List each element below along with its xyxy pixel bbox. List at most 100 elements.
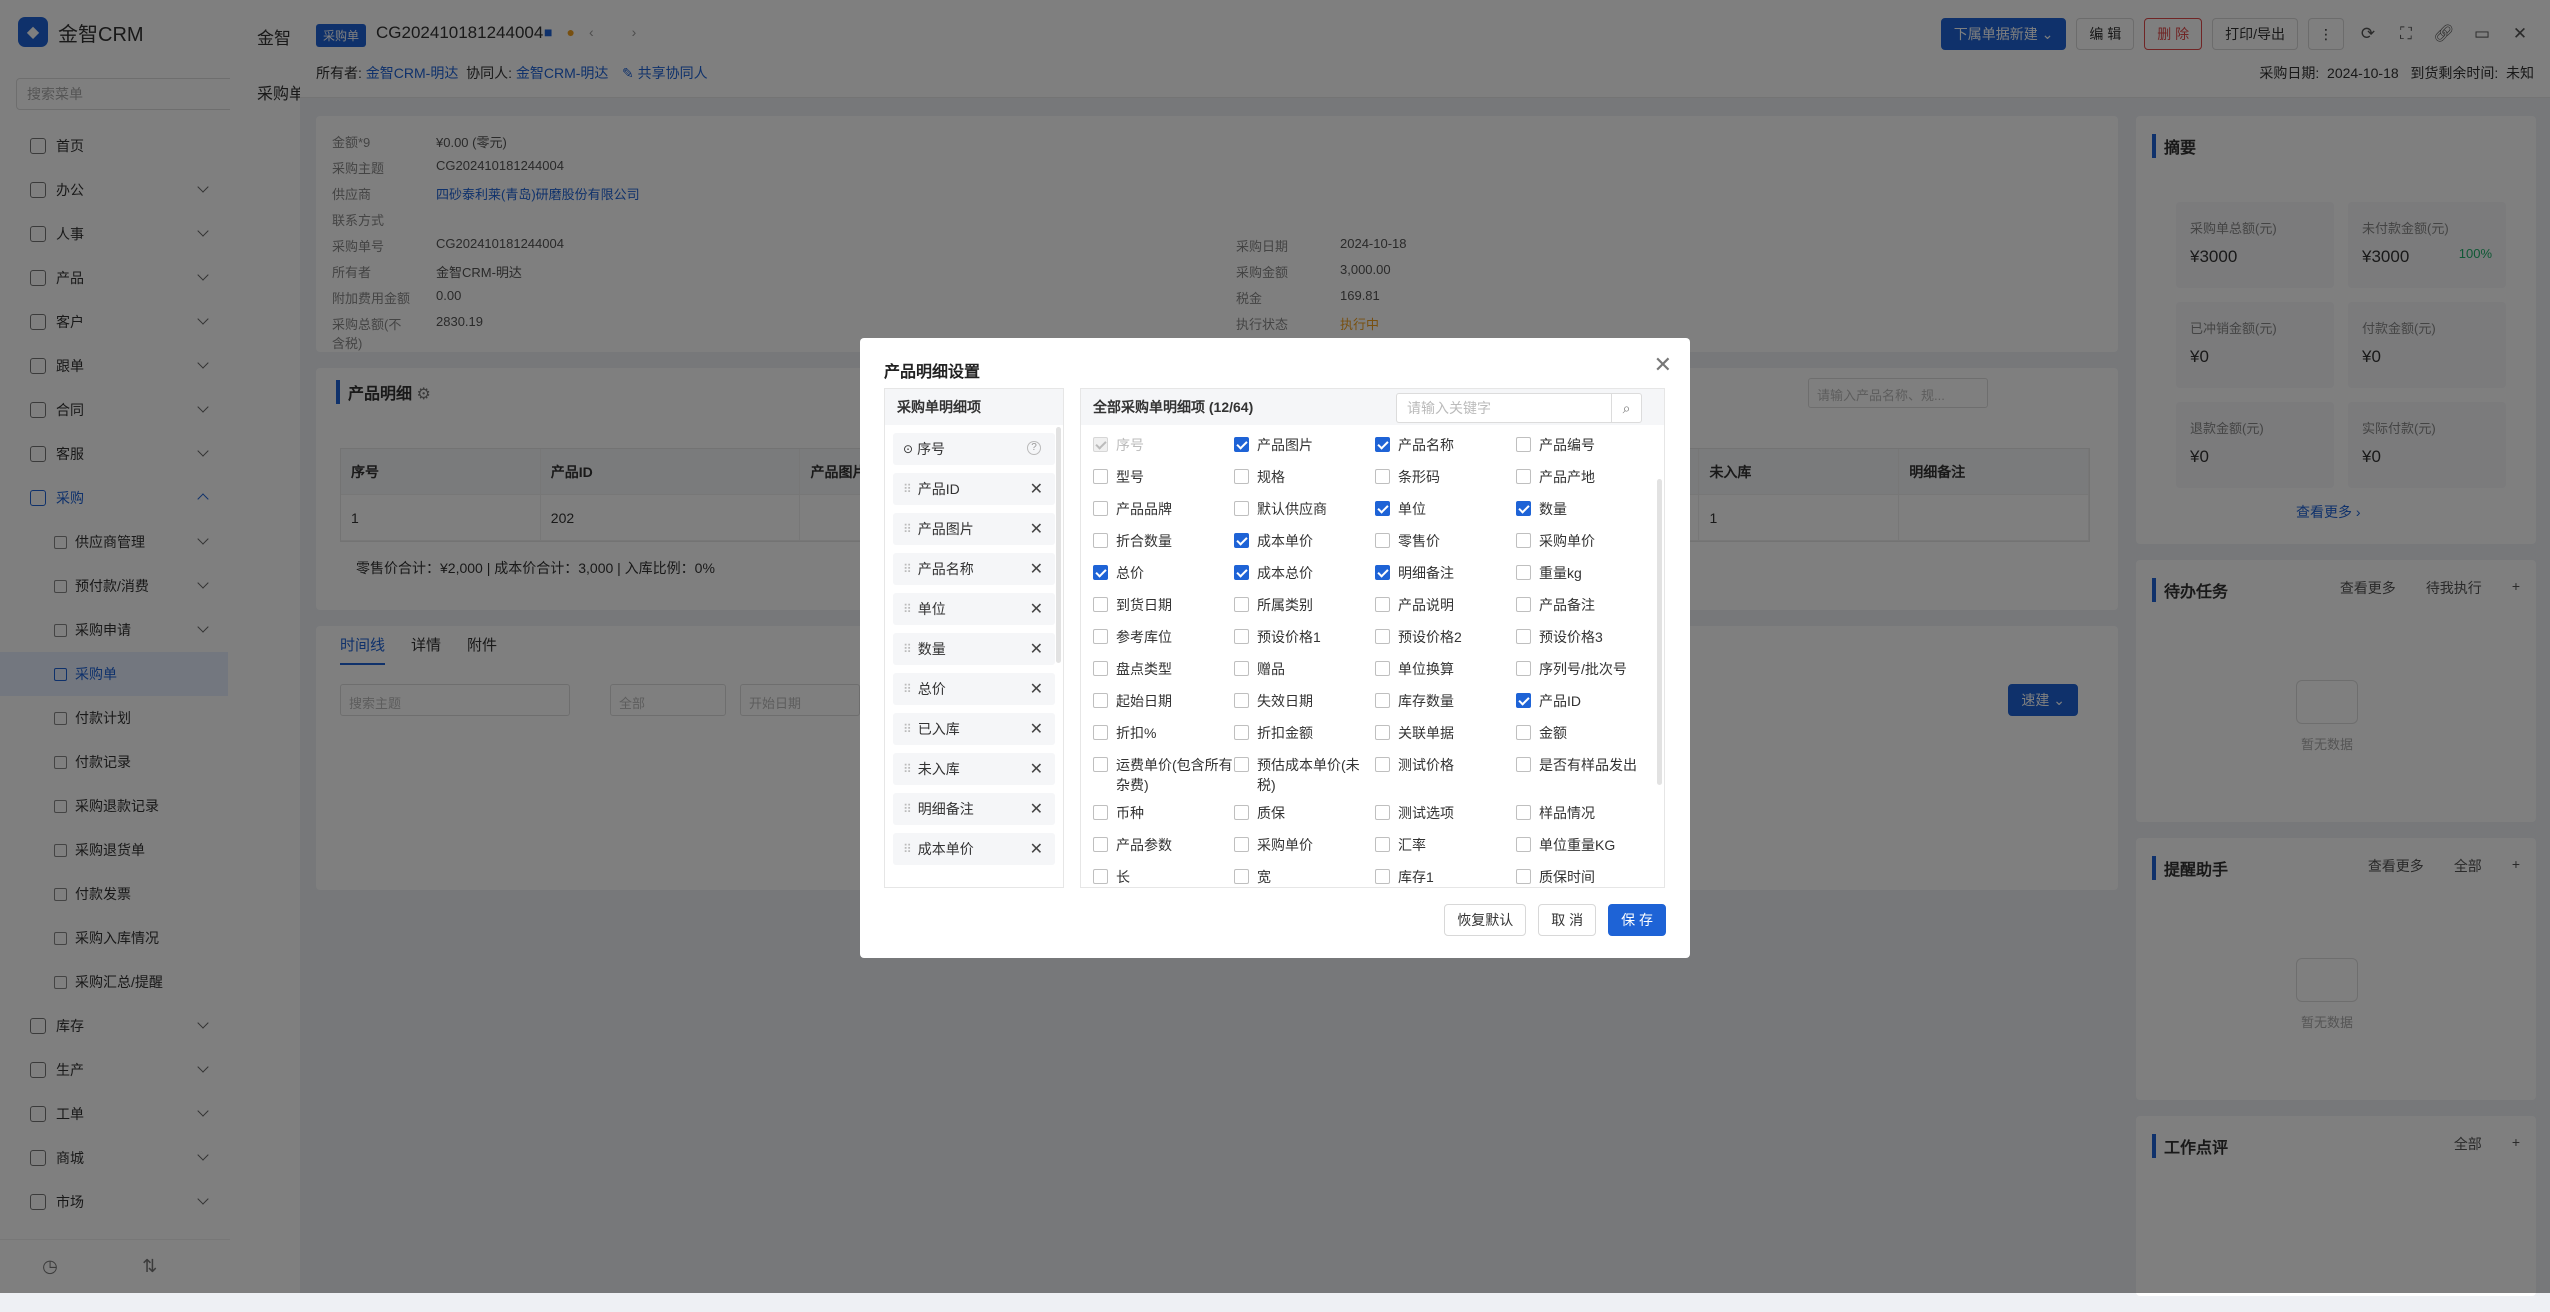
column-option[interactable]: 总价 [1093, 555, 1234, 587]
checkbox[interactable] [1516, 661, 1531, 676]
column-option[interactable]: 样品情况 [1516, 795, 1648, 827]
column-option[interactable]: 预设价格1 [1234, 619, 1375, 651]
checkbox[interactable] [1234, 805, 1249, 820]
column-option[interactable]: 明细备注 [1375, 555, 1516, 587]
column-option[interactable]: 产品备注 [1516, 587, 1648, 619]
column-option[interactable]: 序列号/批次号 [1516, 651, 1648, 683]
column-option[interactable]: 到货日期 [1093, 587, 1234, 619]
checkbox[interactable] [1516, 501, 1531, 516]
column-option[interactable]: 库存1 [1375, 859, 1516, 887]
checkbox[interactable] [1375, 725, 1390, 740]
drag-handle-icon[interactable]: ⠿ [903, 562, 912, 576]
selected-column-item[interactable]: ⠿ 总价 ✕ [893, 673, 1055, 705]
column-option[interactable]: 产品参数 [1093, 827, 1234, 859]
column-option[interactable]: 长 [1093, 859, 1234, 887]
column-option[interactable]: 采购单价 [1234, 827, 1375, 859]
remove-icon[interactable]: ✕ [1030, 759, 1043, 779]
column-option[interactable]: 产品名称 [1375, 427, 1516, 459]
checkbox[interactable] [1234, 501, 1249, 516]
column-option[interactable]: 预估成本单价(未税) [1234, 747, 1375, 795]
column-option[interactable]: 金额 [1516, 715, 1648, 747]
checkbox[interactable] [1093, 757, 1108, 772]
drag-handle-icon[interactable]: ⠿ [903, 802, 912, 816]
checkbox[interactable] [1375, 693, 1390, 708]
checkbox[interactable] [1093, 869, 1108, 884]
remove-icon[interactable]: ✕ [1030, 719, 1043, 739]
column-option[interactable]: 产品产地 [1516, 459, 1648, 491]
column-option[interactable]: 成本总价 [1234, 555, 1375, 587]
checkbox[interactable] [1234, 597, 1249, 612]
checkbox[interactable] [1516, 597, 1531, 612]
checkbox[interactable] [1516, 693, 1531, 708]
remove-icon[interactable]: ✕ [1030, 599, 1043, 619]
reset-default-button[interactable]: 恢复默认 [1444, 904, 1527, 936]
checkbox[interactable] [1375, 805, 1390, 820]
column-option[interactable]: 型号 [1093, 459, 1234, 491]
column-option[interactable]: 预设价格2 [1375, 619, 1516, 651]
remove-icon[interactable]: ✕ [1030, 519, 1043, 539]
column-option[interactable]: 条形码 [1375, 459, 1516, 491]
remove-icon[interactable]: ✕ [1030, 799, 1043, 819]
drag-handle-icon[interactable]: ⠿ [903, 642, 912, 656]
column-option[interactable]: 关联单据 [1375, 715, 1516, 747]
remove-icon[interactable]: ✕ [1030, 559, 1043, 579]
checkbox[interactable] [1375, 501, 1390, 516]
selected-column-item[interactable]: ⠿ 单位 ✕ [893, 593, 1055, 625]
checkbox[interactable] [1234, 661, 1249, 676]
checkbox[interactable] [1516, 805, 1531, 820]
checkbox[interactable] [1234, 469, 1249, 484]
checkbox[interactable] [1375, 533, 1390, 548]
checkbox[interactable] [1093, 469, 1108, 484]
drag-handle-icon[interactable]: ⠿ [903, 722, 912, 736]
close-icon[interactable]: ✕ [1654, 352, 1672, 378]
checkbox[interactable] [1234, 693, 1249, 708]
checkbox[interactable] [1234, 565, 1249, 580]
checkbox[interactable] [1093, 533, 1108, 548]
checkbox[interactable] [1375, 437, 1390, 452]
drag-handle-icon[interactable]: ⠿ [903, 482, 912, 496]
checkbox[interactable] [1234, 869, 1249, 884]
checkbox[interactable] [1516, 565, 1531, 580]
checkbox[interactable] [1516, 869, 1531, 884]
checkbox[interactable] [1375, 869, 1390, 884]
column-option[interactable]: 参考库位 [1093, 619, 1234, 651]
checkbox[interactable] [1234, 757, 1249, 772]
column-option[interactable]: 产品编号 [1516, 427, 1648, 459]
column-option[interactable]: 运费单价(包含所有杂费) [1093, 747, 1234, 795]
checkbox[interactable] [1093, 837, 1108, 852]
selected-column-item[interactable]: ⠿ 成本单价 ✕ [893, 833, 1055, 865]
column-option[interactable]: 折扣% [1093, 715, 1234, 747]
checkbox[interactable] [1093, 597, 1108, 612]
checkbox[interactable] [1516, 725, 1531, 740]
remove-icon[interactable]: ✕ [1030, 639, 1043, 659]
checkbox[interactable] [1375, 661, 1390, 676]
selected-column-item[interactable]: ⠿ 产品名称 ✕ [893, 553, 1055, 585]
column-option[interactable]: 采购单价 [1516, 523, 1648, 555]
column-option[interactable]: 单位 [1375, 491, 1516, 523]
column-option[interactable]: 成本单价 [1234, 523, 1375, 555]
column-option[interactable]: 数量 [1516, 491, 1648, 523]
column-option[interactable]: 规格 [1234, 459, 1375, 491]
column-option[interactable]: 盘点类型 [1093, 651, 1234, 683]
checkbox[interactable] [1234, 837, 1249, 852]
cancel-button[interactable]: 取 消 [1538, 904, 1597, 936]
drag-handle-icon[interactable]: ⠿ [903, 602, 912, 616]
checkbox[interactable] [1234, 629, 1249, 644]
selected-column-item[interactable]: ⠿ 产品图片 ✕ [893, 513, 1055, 545]
checkbox[interactable] [1234, 437, 1249, 452]
column-option[interactable]: 质保 [1234, 795, 1375, 827]
remove-icon[interactable]: ✕ [1030, 479, 1043, 499]
search-icon[interactable]: ⌕ [1611, 394, 1641, 422]
selected-column-item[interactable]: ⠿ 产品ID ✕ [893, 473, 1055, 505]
column-option[interactable]: 产品品牌 [1093, 491, 1234, 523]
checkbox[interactable] [1093, 661, 1108, 676]
checkbox[interactable] [1093, 805, 1108, 820]
checkbox[interactable] [1516, 437, 1531, 452]
column-option[interactable]: 默认供应商 [1234, 491, 1375, 523]
checkbox[interactable] [1375, 597, 1390, 612]
selected-scrollbar[interactable] [1056, 427, 1061, 663]
column-option[interactable]: 是否有样品发出 [1516, 747, 1648, 795]
column-option[interactable]: 折合数量 [1093, 523, 1234, 555]
checkbox[interactable] [1516, 629, 1531, 644]
checkbox[interactable] [1234, 725, 1249, 740]
